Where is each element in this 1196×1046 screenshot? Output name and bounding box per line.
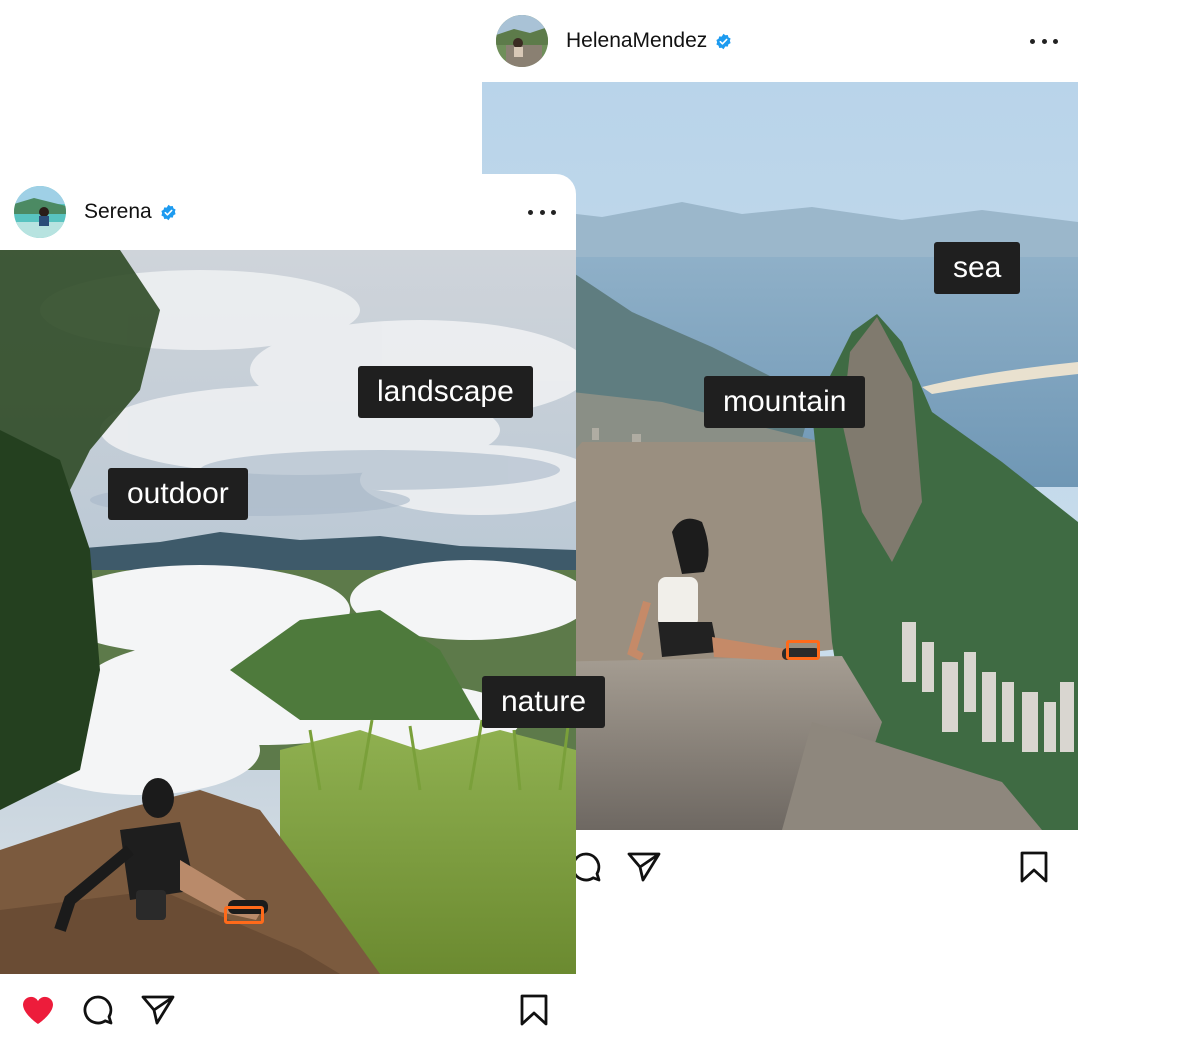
avatar[interactable] [496,15,548,67]
verified-badge-icon [161,204,176,220]
tag-mountain[interactable]: mountain [704,376,866,428]
username[interactable]: Serena [84,200,152,224]
tag-landscape[interactable]: landscape [358,366,533,418]
avatar[interactable] [14,186,66,238]
tag-sea[interactable]: sea [934,242,1021,294]
bookmark-icon[interactable] [516,992,552,1028]
post-header: Serena [0,174,576,250]
tag-nature[interactable]: nature [482,676,606,728]
send-icon[interactable] [626,849,662,885]
tag-outdoor[interactable]: outdoor [108,468,248,520]
post-actions [0,974,576,1046]
verified-badge-icon [716,33,731,49]
post-card-serena: Serena [0,174,576,1046]
post-photo [0,250,576,974]
heart-icon[interactable] [20,992,56,1028]
post-header: HelenaMendez [482,0,1078,82]
username[interactable]: HelenaMendez [566,29,707,53]
bookmark-icon[interactable] [1016,849,1052,885]
comment-icon[interactable] [80,992,116,1028]
shoe-highlight-box [224,906,264,924]
more-options-icon[interactable] [528,200,556,224]
shoe-highlight-box [786,640,820,660]
more-options-icon[interactable] [1030,29,1058,53]
send-icon[interactable] [140,992,176,1028]
